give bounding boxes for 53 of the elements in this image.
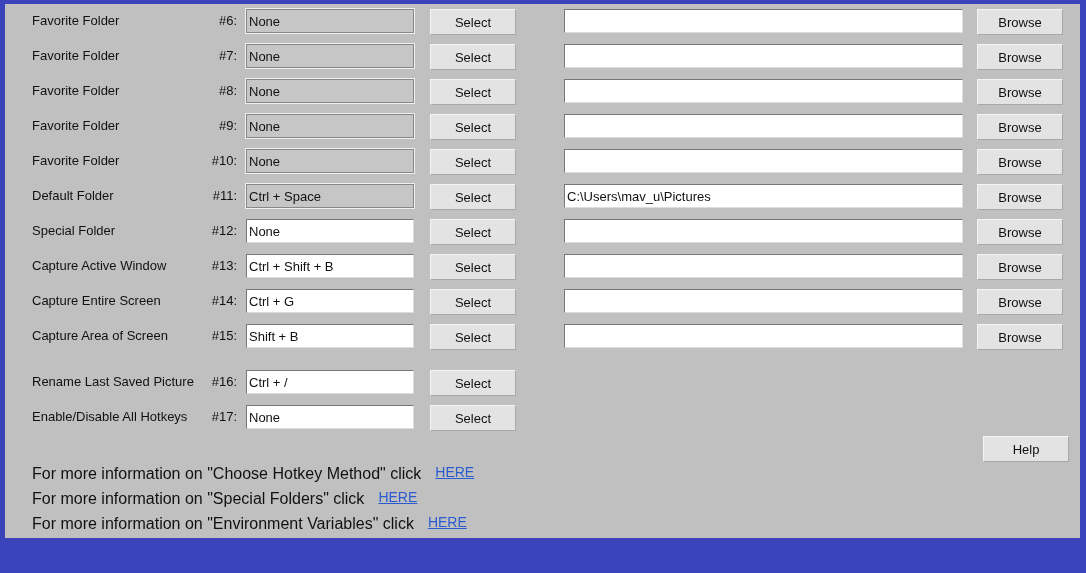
path-field[interactable] xyxy=(564,9,963,33)
select-button[interactable]: Select xyxy=(430,405,516,431)
browse-button[interactable]: Browse xyxy=(977,254,1063,280)
info-text: For more information on "Special Folders" click xyxy=(32,489,365,508)
hotkey-field[interactable]: Ctrl + Shift + B xyxy=(246,254,414,278)
browse-button[interactable]: Browse xyxy=(977,219,1063,245)
hotkey-number: #16: xyxy=(210,373,237,391)
hotkey-field[interactable]: None xyxy=(246,405,414,429)
path-field[interactable] xyxy=(564,79,963,103)
hotkey-number: #7: xyxy=(217,47,237,65)
hotkey-number: #13: xyxy=(210,257,237,275)
help-button[interactable]: Help xyxy=(983,436,1069,462)
hotkey-number: #17: xyxy=(210,408,237,426)
select-button[interactable]: Select xyxy=(430,324,516,350)
select-button[interactable]: Select xyxy=(430,219,516,245)
field-label: Rename Last Saved Picture xyxy=(32,373,195,391)
path-field[interactable] xyxy=(564,114,963,138)
hotkey-number: #8: xyxy=(217,82,237,100)
hotkey-number: #9: xyxy=(217,117,237,135)
field-label: Favorite Folder xyxy=(32,152,121,170)
hotkey-number: #10: xyxy=(210,152,237,170)
path-field[interactable] xyxy=(564,289,963,313)
hotkey-number: #11: xyxy=(211,187,237,205)
field-label: Special Folder xyxy=(32,222,117,240)
info-text: For more information on "Environment Variables" click xyxy=(32,514,414,533)
field-label: Favorite Folder xyxy=(32,82,121,100)
browse-button[interactable]: Browse xyxy=(977,289,1063,315)
hotkey-number: #12: xyxy=(210,222,237,240)
path-field[interactable] xyxy=(564,254,963,278)
path-field[interactable] xyxy=(564,44,963,68)
field-label: Capture Entire Screen xyxy=(32,292,162,310)
hotkey-number: #14: xyxy=(210,292,237,310)
field-label: Capture Area of Screen xyxy=(32,327,169,345)
field-label: Favorite Folder xyxy=(32,117,121,135)
path-field[interactable] xyxy=(564,219,963,243)
browse-button[interactable]: Browse xyxy=(977,324,1063,350)
hotkey-field[interactable]: None xyxy=(246,219,414,243)
field-label: Default Folder xyxy=(32,187,115,205)
select-button[interactable]: Select xyxy=(430,289,516,315)
hotkey-field[interactable]: Ctrl + / xyxy=(246,370,414,394)
hotkey-field[interactable]: Shift + B xyxy=(246,324,414,348)
field-label: Enable/Disable All Hotkeys xyxy=(32,408,189,426)
field-label: Favorite Folder xyxy=(32,47,121,65)
hotkey-number: #15: xyxy=(210,327,237,345)
hotkey-field[interactable]: Ctrl + G xyxy=(246,289,414,313)
field-label: Capture Active Window xyxy=(32,257,168,275)
select-button[interactable]: Select xyxy=(430,254,516,280)
hotkey-number: #6: xyxy=(217,12,237,30)
path-field[interactable] xyxy=(564,324,963,348)
path-field[interactable] xyxy=(564,149,963,173)
info-text: For more information on "Choose Hotkey Method" click xyxy=(32,464,422,483)
select-button[interactable]: Select xyxy=(430,370,516,396)
field-label: Favorite Folder xyxy=(32,12,121,30)
